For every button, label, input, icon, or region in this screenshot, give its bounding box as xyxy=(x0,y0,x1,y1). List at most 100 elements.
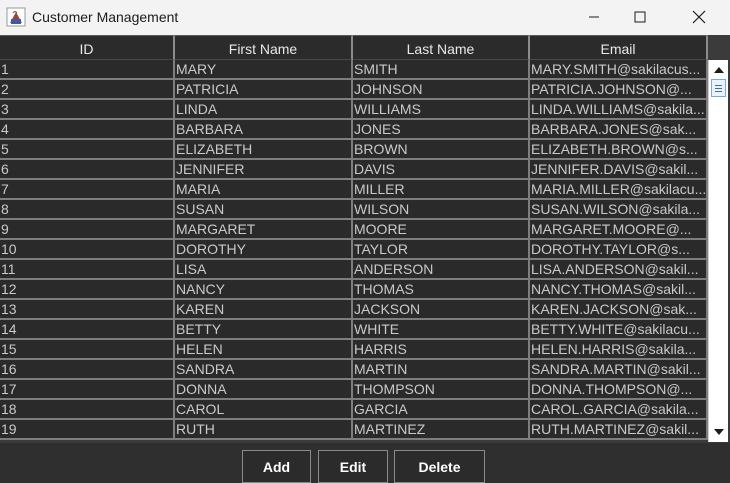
cell-last-name[interactable]: MOORE xyxy=(353,220,530,238)
cell-first-name[interactable]: LISA xyxy=(175,260,353,278)
cell-email[interactable]: HELEN.HARRIS@sakila... xyxy=(530,340,708,358)
cell-email[interactable]: BARBARA.JONES@sak... xyxy=(530,120,708,138)
cell-first-name[interactable]: NANCY xyxy=(175,280,353,298)
table-row[interactable]: 19 RUTH MARTINEZ RUTH.MARTINEZ@sakil... xyxy=(0,420,708,440)
cell-email[interactable]: BETTY.WHITE@sakilacu... xyxy=(530,320,708,338)
close-button[interactable] xyxy=(676,0,722,33)
cell-first-name[interactable]: LINDA xyxy=(175,100,353,118)
table-row[interactable]: 15 HELEN HARRIS HELEN.HARRIS@sakila... xyxy=(0,340,708,360)
table-row[interactable]: 14 BETTY WHITE BETTY.WHITE@sakilacu... xyxy=(0,320,708,340)
cell-first-name[interactable]: RUTH xyxy=(175,420,353,438)
cell-last-name[interactable]: MILLER xyxy=(353,180,530,198)
cell-id[interactable]: 4 xyxy=(0,120,175,138)
cell-id[interactable]: 14 xyxy=(0,320,175,338)
cell-email[interactable]: NANCY.THOMAS@sakil... xyxy=(530,280,708,298)
cell-last-name[interactable]: SMITH xyxy=(353,60,530,78)
cell-email[interactable]: LINDA.WILLIAMS@sakila... xyxy=(530,100,708,118)
cell-id[interactable]: 9 xyxy=(0,220,175,238)
cell-first-name[interactable]: DONNA xyxy=(175,380,353,398)
table-row[interactable]: 11 LISA ANDERSON LISA.ANDERSON@sakil... xyxy=(0,260,708,280)
cell-last-name[interactable]: GARCIA xyxy=(353,400,530,418)
cell-last-name[interactable]: MARTIN xyxy=(353,360,530,378)
cell-first-name[interactable]: MARGARET xyxy=(175,220,353,238)
cell-email[interactable]: ELIZABETH.BROWN@s... xyxy=(530,140,708,158)
table-row[interactable]: 2 PATRICIA JOHNSON PATRICIA.JOHNSON@... xyxy=(0,80,708,100)
table-row[interactable]: 6 JENNIFER DAVIS JENNIFER.DAVIS@sakil... xyxy=(0,160,708,180)
cell-email[interactable]: SANDRA.MARTIN@sakil... xyxy=(530,360,708,378)
cell-email[interactable]: JENNIFER.DAVIS@sakil... xyxy=(530,160,708,178)
cell-id[interactable]: 12 xyxy=(0,280,175,298)
cell-email[interactable]: CAROL.GARCIA@sakila... xyxy=(530,400,708,418)
vertical-scrollbar[interactable] xyxy=(708,60,728,442)
maximize-button[interactable] xyxy=(617,0,663,33)
cell-first-name[interactable]: JENNIFER xyxy=(175,160,353,178)
cell-first-name[interactable]: ELIZABETH xyxy=(175,140,353,158)
table-row[interactable]: 12 NANCY THOMAS NANCY.THOMAS@sakil... xyxy=(0,280,708,300)
edit-button[interactable]: Edit xyxy=(318,450,388,483)
cell-first-name[interactable]: CAROL xyxy=(175,400,353,418)
cell-id[interactable]: 1 xyxy=(0,60,175,78)
table-row[interactable]: 13 KAREN JACKSON KAREN.JACKSON@sak... xyxy=(0,300,708,320)
table-row[interactable]: 5 ELIZABETH BROWN ELIZABETH.BROWN@s... xyxy=(0,140,708,160)
cell-id[interactable]: 8 xyxy=(0,200,175,218)
cell-last-name[interactable]: DAVIS xyxy=(353,160,530,178)
cell-first-name[interactable]: SUSAN xyxy=(175,200,353,218)
cell-email[interactable]: MARY.SMITH@sakilacus... xyxy=(530,60,708,78)
cell-id[interactable]: 13 xyxy=(0,300,175,318)
cell-email[interactable]: MARGARET.MOORE@... xyxy=(530,220,708,238)
table-row[interactable]: 7 MARIA MILLER MARIA.MILLER@sakilacu... xyxy=(0,180,708,200)
table-row[interactable]: 1 MARY SMITH MARY.SMITH@sakilacus... xyxy=(0,60,708,80)
cell-last-name[interactable]: THOMAS xyxy=(353,280,530,298)
cell-last-name[interactable]: ANDERSON xyxy=(353,260,530,278)
table-row[interactable]: 10 DOROTHY TAYLOR DOROTHY.TAYLOR@s... xyxy=(0,240,708,260)
cell-first-name[interactable]: MARY xyxy=(175,60,353,78)
add-button[interactable]: Add xyxy=(242,450,311,483)
table-row[interactable]: 18 CAROL GARCIA CAROL.GARCIA@sakila... xyxy=(0,400,708,420)
table-row[interactable]: 9 MARGARET MOORE MARGARET.MOORE@... xyxy=(0,220,708,240)
cell-email[interactable]: SUSAN.WILSON@sakila... xyxy=(530,200,708,218)
cell-last-name[interactable]: JACKSON xyxy=(353,300,530,318)
cell-last-name[interactable]: WHITE xyxy=(353,320,530,338)
cell-email[interactable]: MARIA.MILLER@sakilacu... xyxy=(530,180,708,198)
column-header-first-name[interactable]: First Name xyxy=(175,35,353,60)
cell-first-name[interactable]: DOROTHY xyxy=(175,240,353,258)
scroll-down-button[interactable] xyxy=(710,424,728,440)
cell-email[interactable]: KAREN.JACKSON@sak... xyxy=(530,300,708,318)
cell-email[interactable]: DONNA.THOMPSON@... xyxy=(530,380,708,398)
cell-first-name[interactable]: MARIA xyxy=(175,180,353,198)
cell-id[interactable]: 15 xyxy=(0,340,175,358)
cell-email[interactable]: DOROTHY.TAYLOR@s... xyxy=(530,240,708,258)
cell-first-name[interactable]: PATRICIA xyxy=(175,80,353,98)
cell-id[interactable]: 19 xyxy=(0,420,175,438)
cell-id[interactable]: 5 xyxy=(0,140,175,158)
cell-email[interactable]: LISA.ANDERSON@sakil... xyxy=(530,260,708,278)
table-row[interactable]: 3 LINDA WILLIAMS LINDA.WILLIAMS@sakila... xyxy=(0,100,708,120)
cell-last-name[interactable]: WILSON xyxy=(353,200,530,218)
cell-id[interactable]: 2 xyxy=(0,80,175,98)
cell-first-name[interactable]: SANDRA xyxy=(175,360,353,378)
cell-first-name[interactable]: KAREN xyxy=(175,300,353,318)
cell-email[interactable]: RUTH.MARTINEZ@sakil... xyxy=(530,420,708,438)
cell-email[interactable]: PATRICIA.JOHNSON@... xyxy=(530,80,708,98)
cell-id[interactable]: 3 xyxy=(0,100,175,118)
scroll-thumb[interactable] xyxy=(711,79,726,97)
cell-last-name[interactable]: JOHNSON xyxy=(353,80,530,98)
cell-id[interactable]: 16 xyxy=(0,360,175,378)
table-row[interactable]: 17 DONNA THOMPSON DONNA.THOMPSON@... xyxy=(0,380,708,400)
cell-first-name[interactable]: BARBARA xyxy=(175,120,353,138)
cell-first-name[interactable]: HELEN xyxy=(175,340,353,358)
minimize-button[interactable] xyxy=(571,0,617,33)
table-row[interactable]: 4 BARBARA JONES BARBARA.JONES@sak... xyxy=(0,120,708,140)
cell-id[interactable]: 7 xyxy=(0,180,175,198)
delete-button[interactable]: Delete xyxy=(394,450,485,483)
table-row[interactable]: 16 SANDRA MARTIN SANDRA.MARTIN@sakil... xyxy=(0,360,708,380)
cell-last-name[interactable]: WILLIAMS xyxy=(353,100,530,118)
column-header-last-name[interactable]: Last Name xyxy=(353,35,530,60)
cell-id[interactable]: 10 xyxy=(0,240,175,258)
column-header-id[interactable]: ID xyxy=(0,35,175,60)
cell-last-name[interactable]: THOMPSON xyxy=(353,380,530,398)
column-header-email[interactable]: Email xyxy=(530,35,708,60)
cell-last-name[interactable]: MARTINEZ xyxy=(353,420,530,438)
cell-last-name[interactable]: BROWN xyxy=(353,140,530,158)
cell-id[interactable]: 11 xyxy=(0,260,175,278)
